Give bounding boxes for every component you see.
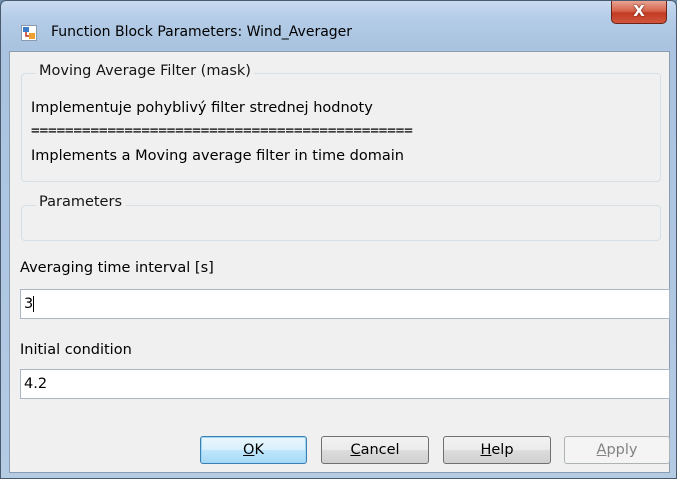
title-bar[interactable]: Function Block Parameters: Wind_Averager bbox=[1, 1, 676, 43]
close-button[interactable]: X bbox=[611, 1, 667, 24]
initial-condition-label: Initial condition bbox=[20, 342, 132, 358]
cancel-button[interactable]: Cancel bbox=[321, 436, 429, 464]
window-title: Function Block Parameters: Wind_Averager bbox=[51, 24, 353, 40]
description-separator: ========================================… bbox=[31, 123, 413, 139]
close-icon: X bbox=[633, 2, 645, 20]
mask-group-label: Moving Average Filter (mask) bbox=[36, 63, 254, 79]
averaging-time-input[interactable] bbox=[20, 289, 670, 319]
initial-condition-input[interactable] bbox=[20, 369, 670, 399]
parameters-group-label: Parameters bbox=[36, 194, 125, 210]
parameters-group bbox=[21, 205, 661, 241]
apply-button[interactable]: Apply bbox=[564, 436, 670, 464]
dialog-content: Moving Average Filter (mask) Implementuj… bbox=[9, 51, 670, 473]
ok-button[interactable]: OK bbox=[200, 436, 307, 464]
averaging-time-label: Averaging time interval [s] bbox=[20, 260, 214, 276]
mask-description-line2: Implements a Moving average filter in ti… bbox=[31, 148, 404, 164]
simulink-block-icon bbox=[21, 25, 37, 41]
dialog-window: Function Block Parameters: Wind_Averager… bbox=[0, 0, 677, 479]
text-caret bbox=[33, 296, 34, 312]
mask-description-line1: Implementuje pohyblivý filter strednej h… bbox=[31, 100, 373, 116]
help-button[interactable]: Help bbox=[443, 436, 551, 464]
